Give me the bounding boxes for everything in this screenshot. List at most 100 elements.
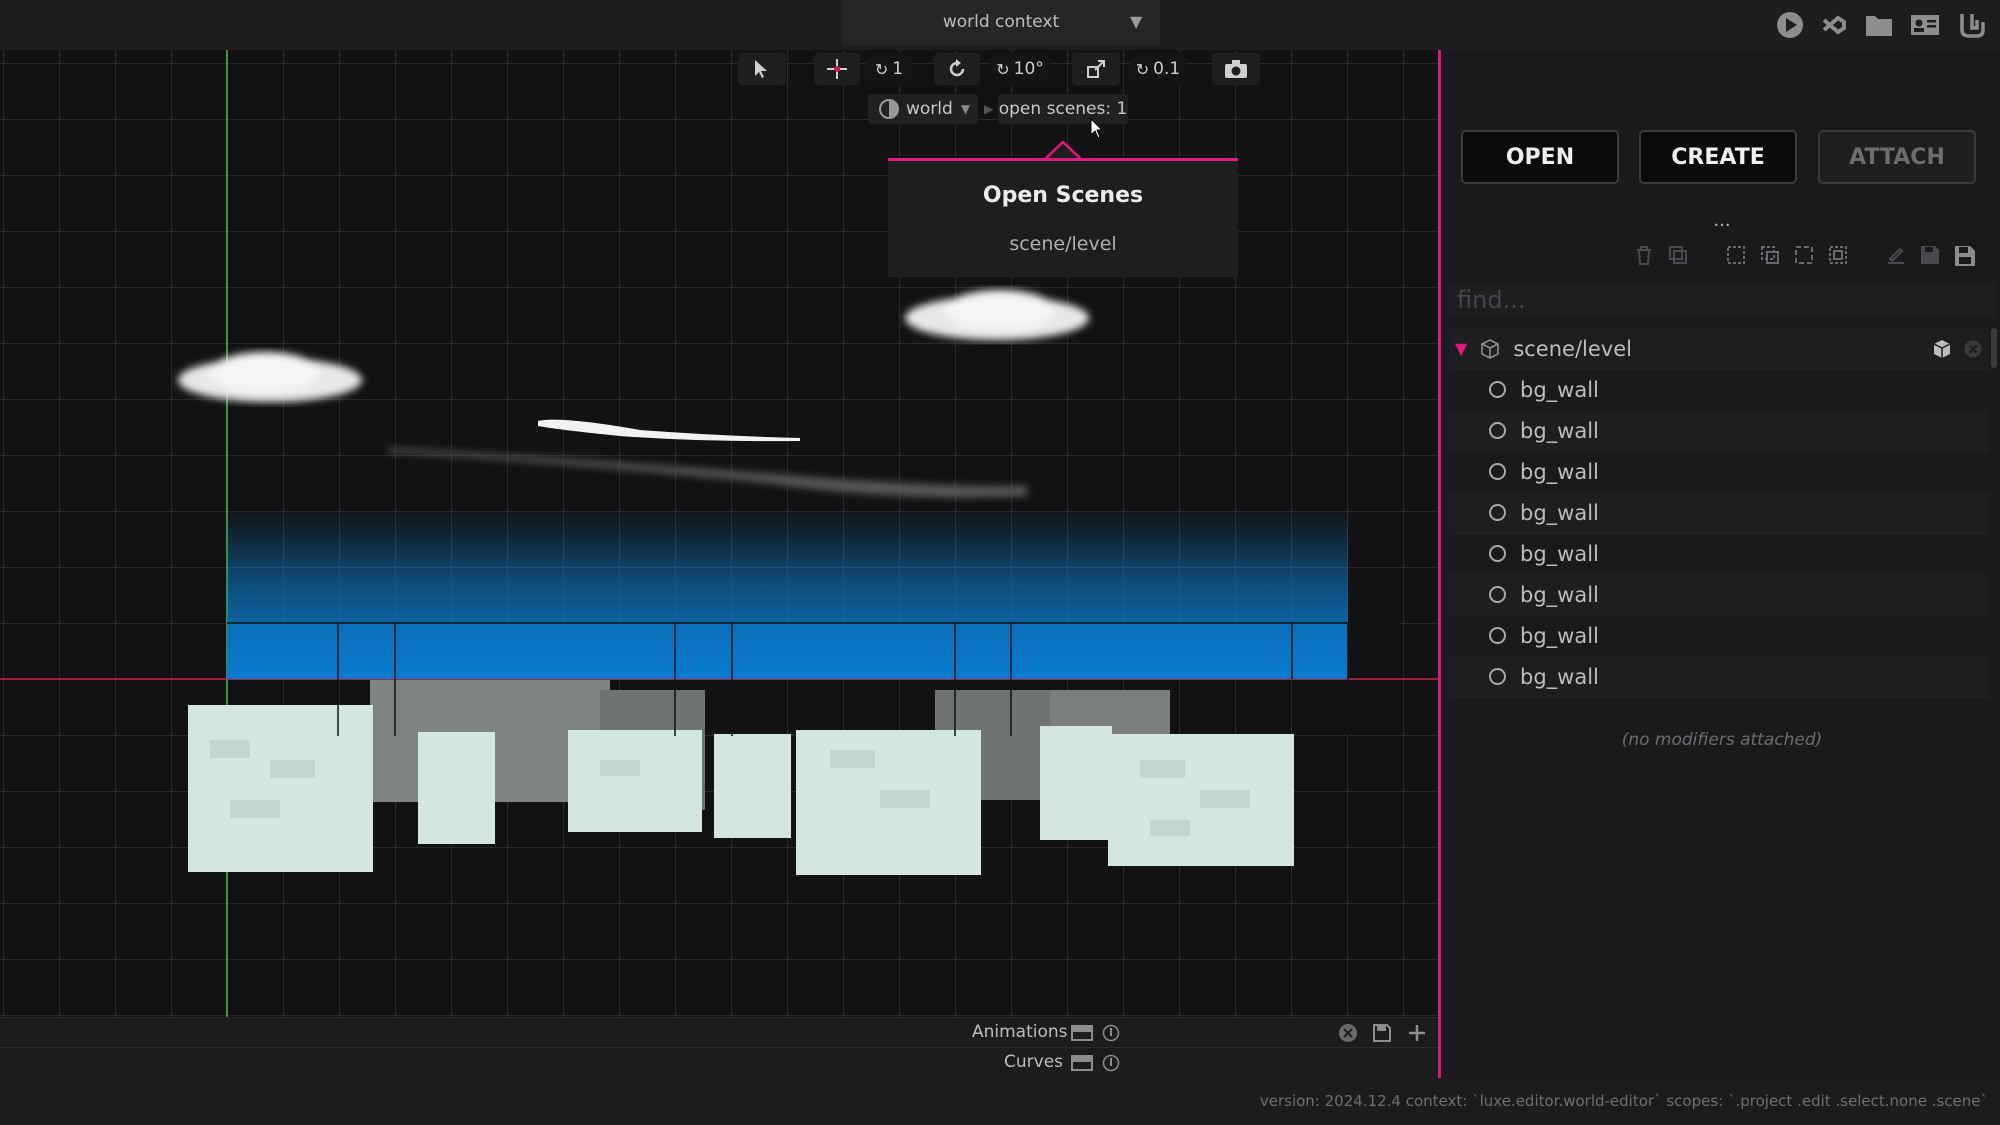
context-title: world context xyxy=(942,12,1060,32)
visibility-circle-icon[interactable] xyxy=(1489,668,1506,685)
scene-name: scene/level xyxy=(1513,336,1632,361)
entity-name: bg_wall xyxy=(1520,541,1599,566)
entity-name: bg_wall xyxy=(1520,582,1599,607)
add-icon[interactable] xyxy=(1407,1023,1427,1043)
animations-bar: Animations xyxy=(0,1017,1438,1048)
chevron-down-icon[interactable]: ▼ xyxy=(1455,339,1467,358)
info-icon[interactable] xyxy=(1102,1024,1120,1042)
entity-row[interactable]: bg_wall xyxy=(1449,656,1989,698)
select-invert-icon[interactable] xyxy=(1827,244,1849,266)
attach-button[interactable]: ATTACH xyxy=(1818,130,1976,184)
edit-icon[interactable] xyxy=(1885,244,1907,266)
visibility-circle-icon[interactable] xyxy=(1489,545,1506,562)
snap-icon: ↻ xyxy=(996,59,1010,79)
visibility-circle-icon[interactable] xyxy=(1489,504,1506,521)
select-tool-button[interactable] xyxy=(738,53,786,85)
panel-toggle-icon[interactable] xyxy=(1071,1024,1093,1042)
camera-button[interactable] xyxy=(1212,53,1260,85)
tree-scrollbar[interactable] xyxy=(1991,328,1997,368)
rotate-tool-icon xyxy=(949,59,965,77)
entity-row[interactable]: bg_wall xyxy=(1449,369,1989,411)
create-button[interactable]: CREATE xyxy=(1639,130,1797,184)
context-dropdown[interactable]: world context ▼ xyxy=(842,0,1160,46)
select-add-icon[interactable] xyxy=(1759,244,1781,266)
scene-cube-icon xyxy=(1481,338,1500,359)
entity-row[interactable]: bg_wall xyxy=(1449,615,1989,657)
entity-row[interactable]: bg_wall xyxy=(1449,574,1989,616)
entity-name: bg_wall xyxy=(1520,500,1599,525)
chevron-right-icon: ▶ xyxy=(984,102,994,116)
close-scene-icon[interactable] xyxy=(1963,339,1983,359)
mouse-cursor-icon xyxy=(1090,118,1104,139)
popup-title: Open Scenes xyxy=(982,183,1144,208)
entity-row[interactable]: bg_wall xyxy=(1449,533,1989,575)
close-icon[interactable] xyxy=(1338,1023,1358,1043)
select-tool-icon xyxy=(755,60,767,78)
open-button[interactable]: OPEN xyxy=(1461,130,1619,184)
save-icon[interactable] xyxy=(1919,244,1941,266)
camera-icon xyxy=(1225,60,1247,78)
rotate-tool-button[interactable] xyxy=(934,53,980,85)
save-icon[interactable] xyxy=(1372,1023,1392,1043)
chevron-down-icon: ▼ xyxy=(960,102,971,116)
no-modifiers-text: (no modifiers attached) xyxy=(1621,730,1823,750)
open-scenes-label: open scenes: 1 xyxy=(998,99,1128,119)
entity-name: bg_wall xyxy=(1520,623,1599,648)
entity-name: bg_wall xyxy=(1520,418,1599,443)
curves-label: Curves xyxy=(1004,1052,1064,1072)
world-label: world xyxy=(906,99,953,119)
scale-snap-button[interactable]: ↻ 0.1 xyxy=(1130,53,1186,85)
snap-icon: ↻ xyxy=(874,59,889,79)
delete-icon[interactable] xyxy=(1633,244,1655,266)
rotate-snap-button[interactable]: ↻ 10° xyxy=(990,53,1050,85)
entity-row[interactable]: bg_wall xyxy=(1449,410,1989,452)
visibility-circle-icon[interactable] xyxy=(1489,627,1506,644)
open-scene-item[interactable]: scene/level xyxy=(888,233,1238,255)
entity-row[interactable]: bg_wall xyxy=(1449,492,1989,534)
move-snap-value: 1 xyxy=(892,59,904,79)
move-snap-button[interactable]: ↻ 1 xyxy=(866,53,912,85)
play-icon[interactable] xyxy=(1774,10,1806,40)
animations-label: Animations xyxy=(972,1022,1068,1042)
entity-name: bg_wall xyxy=(1520,459,1599,484)
scale-tool-button[interactable] xyxy=(1072,53,1120,85)
cloud-sprite-left xyxy=(178,352,362,402)
info-icon[interactable] xyxy=(1102,1054,1120,1072)
scale-snap-value: 0.1 xyxy=(1153,59,1181,79)
move-tool-button[interactable] xyxy=(814,53,860,85)
scene-settings-icon[interactable] xyxy=(1931,338,1953,360)
snap-icon: ↻ xyxy=(1135,59,1150,79)
globe-icon xyxy=(879,99,899,119)
cloud-sprite-right xyxy=(905,290,1089,340)
select-none-icon[interactable] xyxy=(1793,244,1815,266)
open-scenes-button[interactable]: open scenes: 1 xyxy=(998,94,1128,124)
visibility-circle-icon[interactable] xyxy=(1489,381,1506,398)
panel-toggle-icon[interactable] xyxy=(1071,1054,1093,1072)
entity-name: bg_wall xyxy=(1520,664,1599,689)
visibility-circle-icon[interactable] xyxy=(1489,422,1506,439)
visibility-circle-icon[interactable] xyxy=(1489,586,1506,603)
entity-name: bg_wall xyxy=(1520,377,1599,402)
scene-tree-root[interactable]: ▼ scene/level xyxy=(1449,328,1989,370)
folder-icon[interactable] xyxy=(1863,10,1895,40)
select-all-icon[interactable] xyxy=(1725,244,1747,266)
wind-streak-dark-sprite xyxy=(388,448,1028,498)
rotate-snap-value: 10° xyxy=(1013,59,1044,79)
duplicate-icon[interactable] xyxy=(1667,244,1689,266)
right-panel: OPEN CREATE ATTACH ... find... ▼ scene/l… xyxy=(1438,50,2000,1078)
luxe-logo-icon[interactable] xyxy=(1955,10,1987,40)
open-scenes-popup: Open Scenes scene/level xyxy=(888,158,1238,277)
save-all-icon[interactable] xyxy=(1953,244,1977,268)
world-selector[interactable]: world ▼ xyxy=(868,94,978,124)
move-tool-icon xyxy=(827,59,847,79)
status-text: version: 2024.12.4 context: `luxe.editor… xyxy=(1259,1092,1988,1110)
vscode-icon[interactable] xyxy=(1818,10,1850,40)
curves-bar: Curves xyxy=(0,1047,1438,1078)
scale-tool-icon xyxy=(1087,60,1105,78)
more-options[interactable]: ... xyxy=(1441,210,2000,231)
find-input[interactable]: find... xyxy=(1449,282,1995,318)
chevron-down-icon: ▼ xyxy=(1130,12,1143,31)
entity-row[interactable]: bg_wall xyxy=(1449,451,1989,493)
id-card-icon[interactable] xyxy=(1909,10,1941,40)
visibility-circle-icon[interactable] xyxy=(1489,463,1506,480)
